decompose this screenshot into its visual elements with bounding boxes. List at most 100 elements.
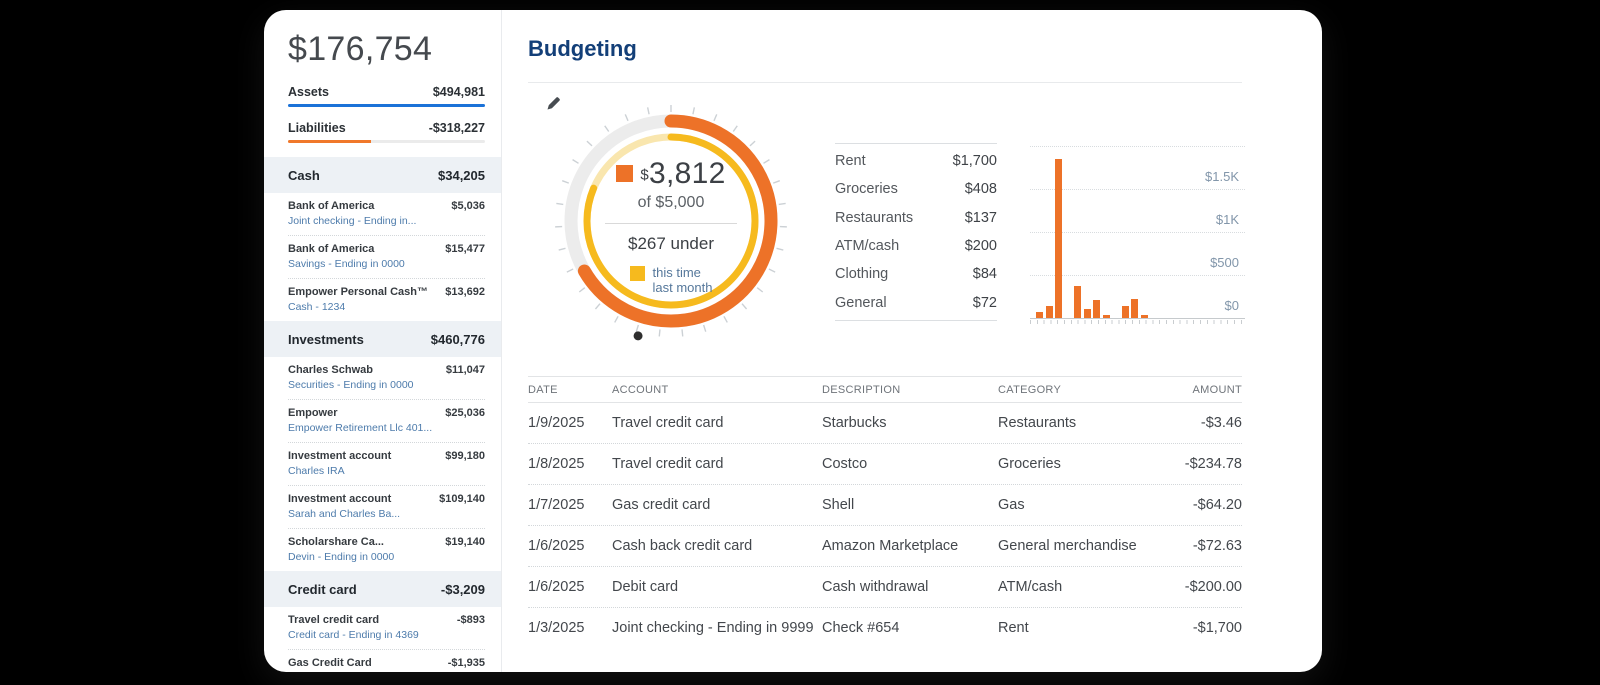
account-item-bank-of-america[interactable]: Bank of America $5,036 Joint checking - … bbox=[288, 193, 485, 235]
tx-category: Groceries bbox=[998, 456, 1184, 472]
chart-bar-day-2 bbox=[1046, 306, 1053, 318]
tx-account: Cash back credit card bbox=[612, 538, 822, 554]
account-name: Gas Credit Card bbox=[288, 657, 372, 669]
chart-ylabel: $1K bbox=[1216, 212, 1239, 227]
chart-gridline bbox=[1030, 232, 1245, 233]
tx-amount: -$72.63 bbox=[1184, 538, 1242, 554]
tx-account: Travel credit card bbox=[612, 456, 822, 472]
section-label: Cash bbox=[288, 168, 320, 183]
tx-category: ATM/cash bbox=[998, 579, 1184, 595]
assets-bar bbox=[288, 104, 485, 107]
account-name: Bank of America bbox=[288, 200, 374, 212]
section-header-investments[interactable]: Investments $460,776 bbox=[264, 321, 501, 357]
account-detail: Savings - Ending in 0000 bbox=[288, 258, 485, 270]
main-panel: Budgeting $3,812 of $5,000 bbox=[502, 10, 1322, 672]
tx-date: 1/3/2025 bbox=[528, 620, 612, 636]
account-item-gas-credit-card[interactable]: Gas Credit Card -$1,935 Credit card - En… bbox=[288, 649, 485, 672]
category-label: Clothing bbox=[835, 266, 888, 282]
tx-account: Travel credit card bbox=[612, 415, 822, 431]
category-row-restaurants[interactable]: Restaurants $137 bbox=[835, 204, 997, 232]
category-row-clothing[interactable]: Clothing $84 bbox=[835, 260, 997, 288]
tx-category: Rent bbox=[998, 620, 1184, 636]
last-month-swatch bbox=[630, 266, 645, 281]
account-detail: Sarah and Charles Ba... bbox=[288, 508, 485, 520]
edit-budget-icon[interactable] bbox=[546, 96, 561, 111]
column-header-category: CATEGORY bbox=[998, 384, 1184, 396]
category-amount: $84 bbox=[973, 266, 997, 282]
column-header-account: ACCOUNT bbox=[612, 384, 822, 396]
category-row-general[interactable]: General $72 bbox=[835, 288, 997, 316]
tx-date: 1/9/2025 bbox=[528, 415, 612, 431]
budget-gauge: $3,812 of $5,000 $267 under this time bbox=[546, 96, 796, 346]
section-header-credit-card[interactable]: Credit card -$3,209 bbox=[264, 571, 501, 607]
assets-value: $494,981 bbox=[433, 85, 485, 99]
category-label: Restaurants bbox=[835, 210, 913, 226]
transaction-row[interactable]: 1/7/2025 Gas credit card Shell Gas -$64.… bbox=[528, 484, 1242, 525]
category-row-groceries[interactable]: Groceries $408 bbox=[835, 175, 997, 203]
category-row-rent[interactable]: Rent $1,700 bbox=[835, 147, 997, 175]
account-item-charles-schwab[interactable]: Charles Schwab $11,047 Securities - Endi… bbox=[288, 357, 485, 399]
section-total: $34,205 bbox=[438, 168, 485, 183]
budget-status: $267 under bbox=[628, 234, 714, 254]
account-balance: $19,140 bbox=[445, 536, 485, 548]
transaction-row[interactable]: 1/3/2025 Joint checking - Ending in 9999… bbox=[528, 607, 1242, 648]
chart-ylabel: $500 bbox=[1210, 255, 1239, 270]
account-balance: $109,140 bbox=[439, 493, 485, 505]
category-row-atm-cash[interactable]: ATM/cash $200 bbox=[835, 232, 997, 260]
account-item-empower[interactable]: Empower $25,036 Empower Retirement Llc 4… bbox=[288, 399, 485, 442]
account-sections: Cash $34,205 Bank of America $5,036 Join… bbox=[288, 157, 485, 672]
tx-date: 1/6/2025 bbox=[528, 579, 612, 595]
account-detail: Cash - 1234 bbox=[288, 301, 485, 313]
account-item-bank-of-america[interactable]: Bank of America $15,477 Savings - Ending… bbox=[288, 235, 485, 278]
column-header-description: DESCRIPTION bbox=[822, 384, 998, 396]
transactions-table: DATEACCOUNTDESCRIPTIONCATEGORYAMOUNT 1/9… bbox=[528, 376, 1242, 648]
tx-date: 1/8/2025 bbox=[528, 456, 612, 472]
spent-swatch bbox=[616, 165, 633, 182]
transaction-row[interactable]: 1/6/2025 Debit card Cash withdrawal ATM/… bbox=[528, 566, 1242, 607]
account-item-empower-personal-cash[interactable]: Empower Personal Cash™ $13,692 Cash - 12… bbox=[288, 278, 485, 321]
account-item-investment-account[interactable]: Investment account $99,180 Charles IRA bbox=[288, 442, 485, 485]
tx-description: Amazon Marketplace bbox=[822, 538, 998, 554]
section-total: $460,776 bbox=[431, 332, 485, 347]
account-detail: Securities - Ending in 0000 bbox=[288, 379, 485, 391]
account-detail: Credit card - Ending in 4369 bbox=[288, 629, 485, 641]
account-detail: Joint checking - Ending in... bbox=[288, 215, 485, 227]
chart-bar-day-11 bbox=[1131, 299, 1138, 318]
liabilities-bar-track bbox=[288, 140, 485, 143]
category-amount: $137 bbox=[965, 210, 997, 226]
tx-amount: -$3.46 bbox=[1184, 415, 1242, 431]
tx-category: General merchandise bbox=[998, 538, 1184, 554]
tx-account: Debit card bbox=[612, 579, 822, 595]
account-balance: $11,047 bbox=[446, 364, 485, 376]
chart-x-axis bbox=[1030, 318, 1245, 319]
chart-bar-day-7 bbox=[1093, 300, 1100, 318]
tx-description: Costco bbox=[822, 456, 998, 472]
liabilities-bar bbox=[288, 140, 371, 143]
account-item-scholarshare-ca[interactable]: Scholarshare Ca... $19,140 Devin - Endin… bbox=[288, 528, 485, 571]
transaction-row[interactable]: 1/9/2025 Travel credit card Starbucks Re… bbox=[528, 403, 1242, 443]
chart-gridline bbox=[1030, 146, 1245, 147]
tx-amount: -$64.20 bbox=[1184, 497, 1242, 513]
section-header-cash[interactable]: Cash $34,205 bbox=[264, 157, 501, 193]
account-item-travel-credit-card[interactable]: Travel credit card -$893 Credit card - E… bbox=[288, 607, 485, 649]
net-worth-value: $176,754 bbox=[288, 30, 485, 69]
transaction-row[interactable]: 1/6/2025 Cash back credit card Amazon Ma… bbox=[528, 525, 1242, 566]
assets-row: Assets $494,981 bbox=[288, 85, 485, 107]
chart-bar-day-10 bbox=[1122, 306, 1129, 318]
transaction-row[interactable]: 1/8/2025 Travel credit card Costco Groce… bbox=[528, 443, 1242, 484]
account-detail: Empower Retirement Llc 401... bbox=[288, 422, 485, 434]
chart-ylabel: $1.5K bbox=[1205, 169, 1239, 184]
section-total: -$3,209 bbox=[441, 582, 485, 597]
budget-widgets: $3,812 of $5,000 $267 under this time bbox=[528, 83, 1242, 376]
account-name: Charles Schwab bbox=[288, 364, 373, 376]
account-item-investment-account[interactable]: Investment account $109,140 Sarah and Ch… bbox=[288, 485, 485, 528]
tx-date: 1/6/2025 bbox=[528, 538, 612, 554]
tx-description: Starbucks bbox=[822, 415, 998, 431]
chart-x-ticks bbox=[1030, 320, 1245, 324]
app-card: $176,754 Assets $494,981 Liabilities -$3… bbox=[264, 10, 1322, 672]
account-balance: $15,477 bbox=[445, 243, 485, 255]
account-name: Investment account bbox=[288, 493, 391, 505]
assets-label: Assets bbox=[288, 85, 329, 99]
category-label: Groceries bbox=[835, 181, 898, 197]
account-balance: $99,180 bbox=[445, 450, 485, 462]
